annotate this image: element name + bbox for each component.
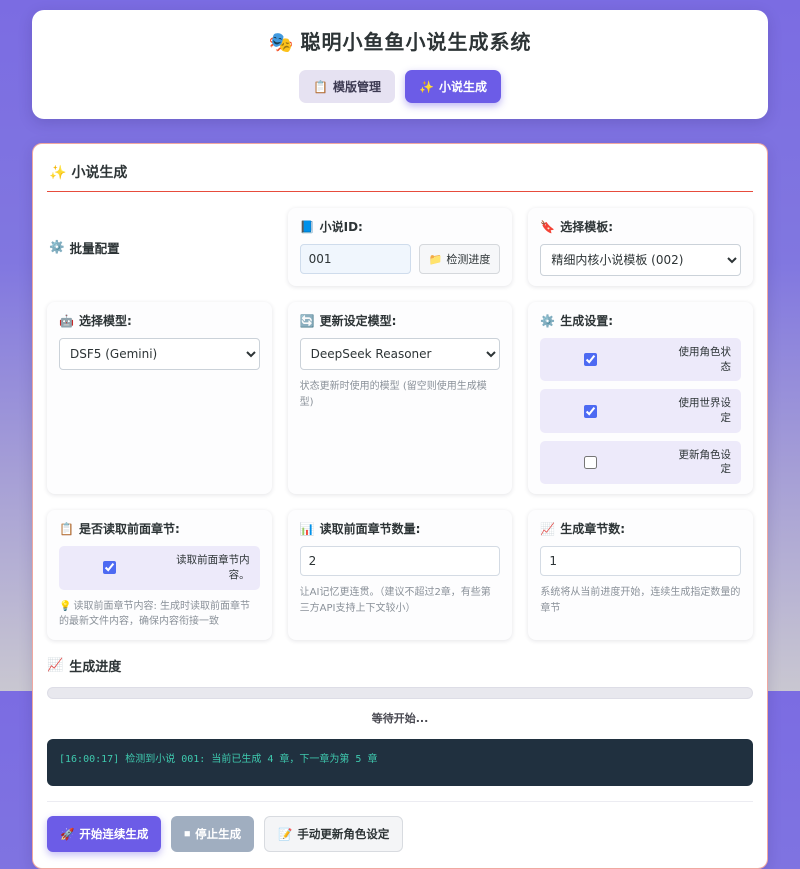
masks-icon: 🎭 xyxy=(269,30,295,54)
model-select-label: 🤖 选择模型: xyxy=(59,312,260,329)
book-icon: 📘 xyxy=(300,220,315,234)
prev-count-note: 让AI记忆更连贯。（建议不超过2章，有些第三方API支持上下文较小） xyxy=(300,585,501,616)
chapter-count-panel: 📈 生成章节数: 系统将从当前进度开始，连续生成指定数量的章节 xyxy=(528,510,753,639)
read-prev-label-text: 是否读取前面章节: xyxy=(79,520,180,537)
sparkles-icon: ✨ xyxy=(49,165,66,181)
app-title-text: 聪明小鱼鱼小说生成系统 xyxy=(300,30,531,54)
model-select-label-text: 选择模型: xyxy=(79,312,132,329)
chapter-count-note: 系统将从当前进度开始，连续生成指定数量的章节 xyxy=(540,585,741,616)
chapter-count-label-text: 生成章节数: xyxy=(560,520,625,537)
check-progress-label: 检测进度 xyxy=(446,251,490,267)
update-model-note: 状态更新时使用的模型 (留空则使用生成模型) xyxy=(300,379,501,410)
update-model-label-text: 更新设定模型: xyxy=(320,312,397,329)
chapter-count-input[interactable] xyxy=(540,546,741,576)
log-line: [16:00:17] 检测到小说 001: 当前已生成 4 章，下一章为第 5 … xyxy=(59,754,377,765)
read-prev-note: 💡读取前面章节内容: 生成时读取前面章节的最新文件内容，确保内容衔接一致 xyxy=(59,599,260,630)
update-model-label: 🔄 更新设定模型: xyxy=(300,312,501,329)
update-model-panel: 🔄 更新设定模型: DeepSeek Reasoner 状态更新时使用的模型 (… xyxy=(288,302,513,494)
read-prev-label: 📋 是否读取前面章节: xyxy=(59,520,260,537)
progress-bar xyxy=(47,687,753,699)
stop-generate-label: 停止生成 xyxy=(195,826,241,842)
robot-icon: 🤖 xyxy=(59,314,74,328)
action-bar: 🚀 开始连续生成 ⏹ 停止生成 📝 手动更新角色设定 xyxy=(47,801,753,852)
batch-config-text: 批量配置 xyxy=(70,238,120,257)
generate-card: ✨ 小说生成 ⚙️ 批量配置 📘 小说ID: 📁 检测进度 xyxy=(32,143,768,869)
use-character-state-label: 使用角色状态 xyxy=(677,345,731,374)
memo-icon: 📝 xyxy=(278,827,292,841)
bookmark-icon: 🔖 xyxy=(540,220,555,234)
template-select-label: 🔖 选择模板: xyxy=(540,218,741,235)
use-world-setting-checkbox[interactable] xyxy=(584,405,597,418)
clipboard-icon: 📋 xyxy=(313,80,328,94)
config-row-3: 📋 是否读取前面章节: 读取前面章节内容。 💡读取前面章节内容: 生成时读取前面… xyxy=(47,510,753,639)
novel-id-panel: 📘 小说ID: 📁 检测进度 xyxy=(288,208,513,286)
novel-id-row: 📁 检测进度 xyxy=(300,244,501,274)
chart-up-icon: 📈 xyxy=(540,522,555,536)
log-console: [16:00:17] 检测到小说 001: 当前已生成 4 章，下一章为第 5 … xyxy=(47,739,753,786)
tab-row: 📋 模版管理 ✨ 小说生成 xyxy=(42,70,758,103)
read-prev-panel: 📋 是否读取前面章节: 读取前面章节内容。 💡读取前面章节内容: 生成时读取前面… xyxy=(47,510,272,639)
novel-id-input[interactable] xyxy=(300,244,411,274)
update-character-setting-checkbox[interactable] xyxy=(584,456,597,469)
config-row-2: 🤖 选择模型: DSF5 (Gemini) 🔄 更新设定模型: DeepSeek… xyxy=(47,302,753,494)
progress-status: 等待开始... xyxy=(47,710,753,726)
template-select[interactable]: 精细内核小说模板 (002) xyxy=(540,244,741,276)
prev-count-label: 📊 读取前面章节数量: xyxy=(300,520,501,537)
manual-update-label: 手动更新角色设定 xyxy=(297,826,389,842)
update-model-select[interactable]: DeepSeek Reasoner xyxy=(300,338,501,370)
progress-title: 📈 生成进度 xyxy=(47,656,753,675)
page-shell: 🎭聪明小鱼鱼小说生成系统 📋 模版管理 ✨ 小说生成 ✨ 小说生成 ⚙️ 批量配置 xyxy=(32,10,768,869)
gear-icon: ⚙️ xyxy=(540,314,555,328)
template-select-label-text: 选择模板: xyxy=(560,218,613,235)
novel-id-label-text: 小说ID: xyxy=(320,218,363,235)
tab-novel-generate[interactable]: ✨ 小说生成 xyxy=(405,70,501,103)
read-prev-option-row: 读取前面章节内容。 xyxy=(59,546,260,589)
tab-template-manage[interactable]: 📋 模版管理 xyxy=(299,70,395,103)
progress-title-text: 生成进度 xyxy=(69,656,121,675)
template-select-panel: 🔖 选择模板: 精细内核小说模板 (002) xyxy=(528,208,753,286)
bulb-icon: 💡 xyxy=(59,601,71,612)
config-row-1: ⚙️ 批量配置 📘 小说ID: 📁 检测进度 🔖 xyxy=(47,208,753,286)
read-prev-note-text: 读取前面章节内容: 生成时读取前面章节的最新文件内容，确保内容衔接一致 xyxy=(59,601,250,628)
option-update-character-setting: 更新角色设定 xyxy=(540,441,741,484)
sparkles-icon: ✨ xyxy=(419,80,434,94)
gen-settings-label-text: 生成设置: xyxy=(560,312,613,329)
option-use-character-state: 使用角色状态 xyxy=(540,338,741,381)
refresh-icon: 🔄 xyxy=(300,314,315,328)
novel-id-label: 📘 小说ID: xyxy=(300,218,501,235)
stop-icon: ⏹ xyxy=(184,826,190,841)
model-select-panel: 🤖 选择模型: DSF5 (Gemini) xyxy=(47,302,272,494)
prev-count-panel: 📊 读取前面章节数量: 让AI记忆更连贯。（建议不超过2章，有些第三方API支持… xyxy=(288,510,513,639)
manual-update-button[interactable]: 📝 手动更新角色设定 xyxy=(264,816,403,852)
rocket-icon: 🚀 xyxy=(60,827,74,841)
gen-settings-panel: ⚙️ 生成设置: 使用角色状态 使用世界设定 更新角色设定 xyxy=(528,302,753,494)
tab-generate-label: 小说生成 xyxy=(439,78,487,95)
section-title: ✨ 小说生成 xyxy=(47,156,753,192)
use-character-state-checkbox[interactable] xyxy=(584,353,597,366)
gen-settings-label: ⚙️ 生成设置: xyxy=(540,312,741,329)
start-generate-label: 开始连续生成 xyxy=(79,826,148,842)
stop-generate-button[interactable]: ⏹ 停止生成 xyxy=(171,816,254,852)
app-title: 🎭聪明小鱼鱼小说生成系统 xyxy=(42,26,758,55)
option-use-world-setting: 使用世界设定 xyxy=(540,389,741,432)
header-card: 🎭聪明小鱼鱼小说生成系统 📋 模版管理 ✨ 小说生成 xyxy=(32,10,768,119)
section-title-text: 小说生成 xyxy=(71,165,127,181)
read-prev-option-label: 读取前面章节内容。 xyxy=(166,553,250,582)
gear-icon: ⚙️ xyxy=(49,239,65,255)
use-world-setting-label: 使用世界设定 xyxy=(677,396,731,425)
clipboard-icon: 📋 xyxy=(59,522,74,536)
start-generate-button[interactable]: 🚀 开始连续生成 xyxy=(47,816,161,852)
prev-count-label-text: 读取前面章节数量: xyxy=(320,520,421,537)
update-character-setting-label: 更新角色设定 xyxy=(677,448,731,477)
model-select[interactable]: DSF5 (Gemini) xyxy=(59,338,260,370)
bar-chart-icon: 📊 xyxy=(300,522,315,536)
chapter-count-label: 📈 生成章节数: xyxy=(540,520,741,537)
chart-up-icon: 📈 xyxy=(47,658,63,673)
folder-icon: 📁 xyxy=(429,253,443,266)
batch-config-label: ⚙️ 批量配置 xyxy=(47,208,272,286)
prev-count-input[interactable] xyxy=(300,546,501,576)
read-prev-checkbox[interactable] xyxy=(103,561,116,574)
tab-template-label: 模版管理 xyxy=(333,78,381,95)
check-progress-button[interactable]: 📁 检测进度 xyxy=(419,244,501,274)
